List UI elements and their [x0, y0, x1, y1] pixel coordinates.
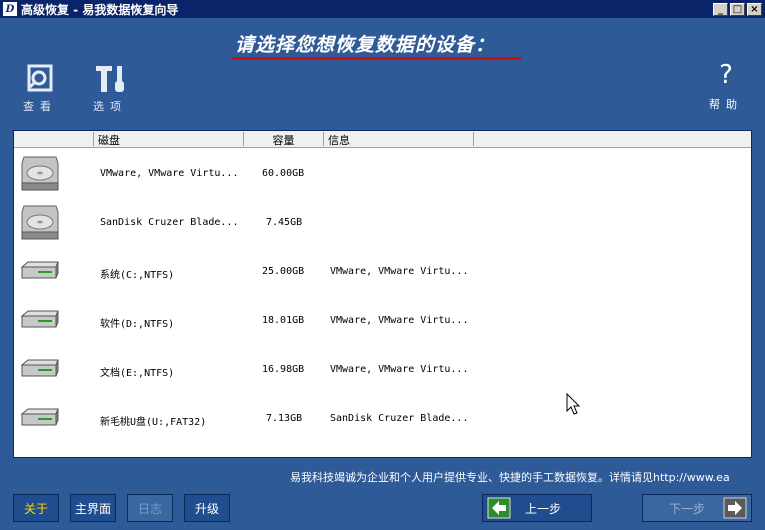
- disk-size: 7.45GB: [266, 217, 303, 228]
- help-label: 帮助: [709, 98, 743, 111]
- disk-name: 文档(E:,NTFS): [100, 368, 175, 379]
- table-row[interactable]: SanDisk Cruzer Blade... 7.45GB: [14, 199, 751, 248]
- table-header: 磁盘 容量 信息: [14, 131, 751, 148]
- disk-info: VMware, VMware Virtu...: [330, 315, 469, 326]
- footer: 易我科技竭诚为企业和个人用户提供专业、快捷的手工数据恢复。详情请见http://…: [0, 466, 765, 530]
- partition-icon: [20, 359, 59, 377]
- app-window: D 高级恢复 - 易我数据恢复向导 _ □ × 请选择您想恢复数据的设备： 查看: [0, 0, 765, 530]
- left-arrow-icon: [487, 497, 511, 519]
- next-step-button[interactable]: 下一步: [642, 494, 752, 522]
- disk-info: VMware, VMware Virtu...: [330, 266, 469, 277]
- disk-name: SanDisk Cruzer Blade...: [100, 217, 239, 228]
- window-title: 高级恢复 - 易我数据恢复向导: [21, 2, 179, 17]
- column-header-capacity[interactable]: 容量: [244, 132, 324, 147]
- column-header-icon[interactable]: [14, 132, 94, 146]
- page-prompt: 请选择您想恢复数据的设备：: [235, 34, 496, 56]
- device-list[interactable]: 磁盘 容量 信息 VMware, VMware Virtu... 60.00GB: [13, 130, 752, 458]
- table-row[interactable]: 文档(E:,NTFS) 16.98GB VMware, VMware Virtu…: [14, 346, 751, 395]
- disk-name: 系统(C:,NTFS): [100, 270, 175, 281]
- maximize-button[interactable]: □: [730, 2, 745, 16]
- disk-size: 7.13GB: [266, 413, 303, 424]
- right-arrow-icon: [723, 497, 747, 519]
- table-row[interactable]: VMware, VMware Virtu... 60.00GB: [14, 150, 751, 199]
- disk-name: 新毛桃U盘(U:,FAT32): [100, 417, 207, 428]
- partition-icon: [20, 261, 59, 279]
- help-button[interactable]: ? 帮助: [702, 62, 750, 112]
- upgrade-button[interactable]: 升级: [184, 494, 230, 522]
- disk-size: 18.01GB: [262, 315, 305, 326]
- disk-info: SanDisk Cruzer Blade...: [330, 413, 469, 424]
- disk-size: 16.98GB: [262, 364, 305, 375]
- options-label: 选项: [93, 100, 127, 113]
- log-button[interactable]: 日志: [127, 494, 173, 522]
- mouse-cursor-icon: [566, 393, 581, 415]
- options-button[interactable]: 选项: [88, 64, 132, 114]
- disk-name: 软件(D:,NTFS): [100, 319, 175, 330]
- view-icon: [27, 64, 53, 92]
- tools-icon: [96, 66, 124, 92]
- main-menu-button[interactable]: 主界面: [70, 494, 116, 522]
- table-row[interactable]: 新毛桃U盘(U:,FAT32) 7.13GB SanDisk Cruzer Bl…: [14, 395, 751, 444]
- table-row[interactable]: 系统(C:,NTFS) 25.00GB VMware, VMware Virtu…: [14, 248, 751, 297]
- disk-info: VMware, VMware Virtu...: [330, 364, 469, 375]
- column-header-disk[interactable]: 磁盘: [94, 132, 244, 147]
- close-button[interactable]: ×: [747, 2, 762, 16]
- disk-name: VMware, VMware Virtu...: [100, 168, 239, 179]
- disk-size: 60.00GB: [262, 168, 305, 179]
- title-bar: D 高级恢复 - 易我数据恢复向导 _ □ ×: [0, 0, 765, 18]
- partition-icon: [20, 310, 59, 328]
- disk-size: 25.00GB: [262, 266, 305, 277]
- about-button[interactable]: 关于: [13, 494, 59, 522]
- hard-disk-icon: [21, 156, 59, 191]
- partition-icon: [20, 408, 59, 426]
- view-label: 查看: [23, 100, 57, 113]
- question-icon: ?: [719, 60, 733, 90]
- view-button[interactable]: 查看: [18, 64, 62, 114]
- info-marquee: 易我科技竭诚为企业和个人用户提供专业、快捷的手工数据恢复。详情请见http://…: [290, 471, 730, 484]
- previous-step-label: 上一步: [524, 501, 561, 516]
- minimize-button[interactable]: _: [713, 2, 728, 16]
- app-icon: D: [3, 2, 17, 16]
- table-row[interactable]: 软件(D:,NTFS) 18.01GB VMware, VMware Virtu…: [14, 297, 751, 346]
- header: 请选择您想恢复数据的设备： 查看 选项 ? 帮助: [0, 18, 765, 118]
- column-header-info[interactable]: 信息: [324, 132, 474, 147]
- next-step-label: 下一步: [668, 501, 705, 516]
- column-header-filler: [474, 132, 753, 146]
- previous-step-button[interactable]: 上一步: [482, 494, 592, 522]
- hard-disk-icon: [21, 205, 59, 240]
- prompt-underline: [232, 57, 522, 60]
